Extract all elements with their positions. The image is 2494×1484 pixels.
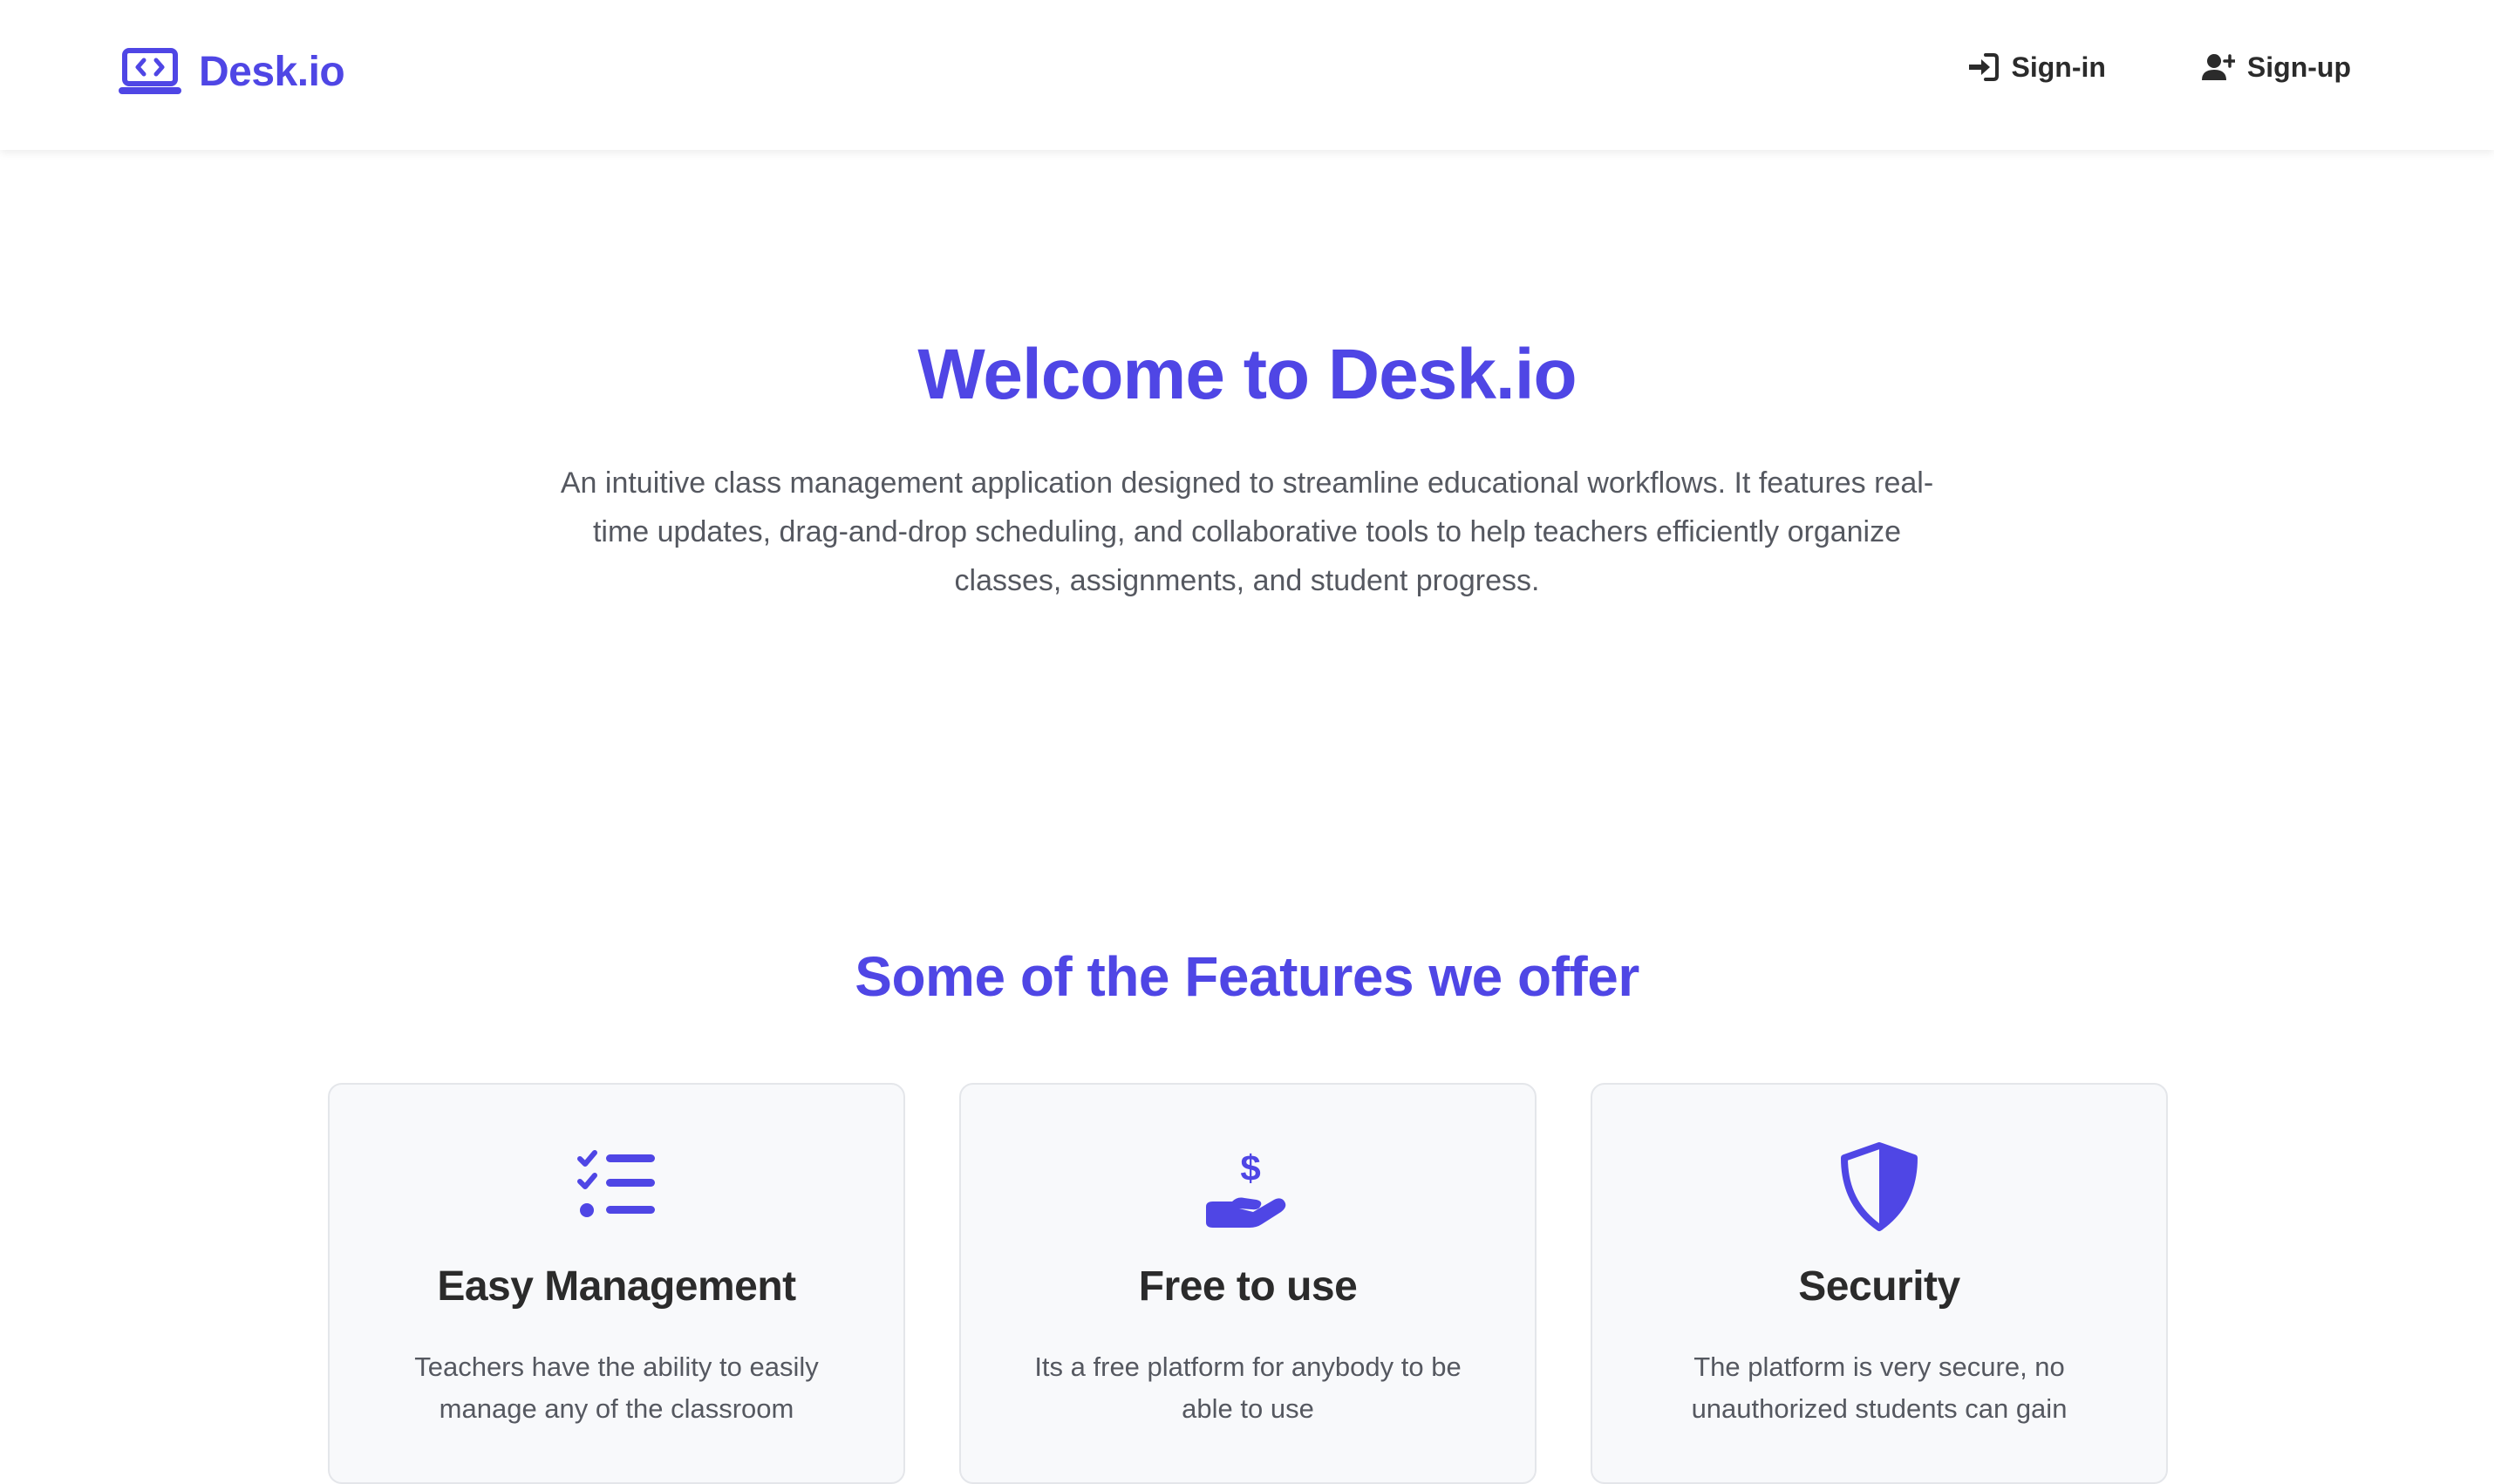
signin-label: Sign-in: [2011, 51, 2106, 83]
signup-link[interactable]: Sign-up: [2201, 51, 2351, 84]
sign-in-icon: [1968, 53, 1999, 81]
navbar: Desk.io Sign-in Sign-up: [0, 0, 2494, 150]
hero-description: An intuitive class management applicatio…: [560, 466, 1934, 597]
features-title: Some of the Features we offer: [855, 945, 1639, 1008]
signin-link[interactable]: Sign-in: [1966, 51, 2106, 84]
feature-description: Its a free platform for anybody to be ab…: [1034, 1351, 1462, 1424]
hero-section: Welcome to Desk.io An intuitive class ma…: [0, 331, 2494, 605]
feature-card-free: $ Free to use Its a free platform for an…: [959, 1083, 1537, 1484]
signup-label: Sign-up: [2246, 51, 2351, 83]
feature-title: Security: [1798, 1263, 1960, 1310]
feature-title: Easy Management: [437, 1263, 796, 1310]
brand-name: Desk.io: [199, 48, 345, 95]
feature-card-security: Security The platform is very secure, no…: [1591, 1083, 2168, 1484]
checklist-icon: [577, 1150, 655, 1217]
feature-card-management: Easy Management Teachers have the abilit…: [328, 1083, 905, 1484]
nav-links: Sign-in Sign-up: [1966, 51, 2351, 84]
hero-title: Welcome to Desk.io: [917, 335, 1577, 414]
features-cards: Easy Management Teachers have the abilit…: [328, 1083, 2168, 1484]
feature-title: Free to use: [1138, 1263, 1358, 1310]
feature-description: The platform is very secure, no unauthor…: [1691, 1351, 2068, 1424]
feature-description: Teachers have the ability to easily mana…: [414, 1351, 819, 1424]
shield-icon: [1841, 1142, 1918, 1231]
hand-dollar-icon: $: [1206, 1147, 1286, 1228]
svg-text:$: $: [1240, 1147, 1260, 1188]
laptop-code-icon: [119, 48, 181, 94]
user-plus-icon: [2201, 54, 2235, 80]
brand-logo[interactable]: Desk.io: [119, 45, 345, 98]
